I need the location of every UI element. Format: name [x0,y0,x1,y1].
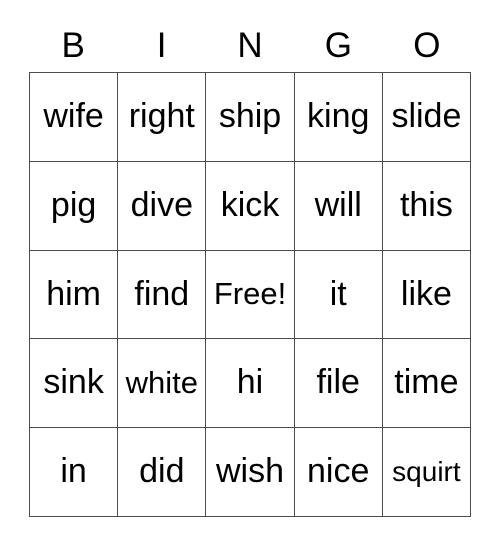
bingo-header-letter-n: N [237,25,263,65]
bingo-cell-label: find [134,274,190,313]
bingo-cell[interactable]: slide [382,73,472,162]
bingo-cell-label: dive [130,185,193,224]
bingo-cell[interactable]: find [118,250,207,340]
bingo-row: sink white hi file time [30,339,472,429]
bingo-cell[interactable]: nice [294,428,383,517]
bingo-cell[interactable]: will [294,161,383,251]
bingo-cell-label: wife [43,97,104,136]
bingo-header-letter-i: I [156,25,167,65]
bingo-cell[interactable]: did [118,428,207,517]
bingo-cell-label: it [329,274,347,313]
bingo-cell-label: nice [307,452,370,491]
bingo-row: in did wish nice squirt [30,428,472,517]
bingo-cell-label: pig [50,185,97,224]
bingo-row: pig dive kick will this [30,161,472,251]
bingo-cell[interactable]: in [30,428,119,517]
bingo-cell[interactable]: it [294,250,383,340]
bingo-cell[interactable]: pig [30,161,119,251]
bingo-header-letter-g: G [324,25,353,65]
bingo-cell[interactable]: sink [30,339,119,429]
bingo-cell[interactable]: right [118,73,207,162]
bingo-cell[interactable]: wife [30,73,119,162]
bingo-cell[interactable]: wish [206,428,295,517]
bingo-header-letter-b: B [61,25,85,65]
bingo-cell-label: will [314,185,362,224]
bingo-cell-label: squirt [392,456,461,488]
bingo-cell[interactable]: time [382,339,472,429]
bingo-cell-label: did [139,452,185,491]
bingo-cell-label: in [60,452,87,491]
bingo-cell-label: hi [236,363,264,402]
bingo-cell-label: him [46,274,101,313]
bingo-cell[interactable]: squirt [382,428,472,517]
bingo-cell[interactable]: him [30,250,119,340]
bingo-cell-label: slide [391,97,462,136]
bingo-cell-label: white [125,365,198,401]
bingo-card: B I N G O wife right ship king slide pig… [29,18,472,517]
bingo-row: him find Free! it like [30,250,472,340]
bingo-cell-label: time [394,363,459,402]
bingo-cell[interactable]: king [294,73,383,162]
bingo-cell-label: king [307,97,370,136]
bingo-header-letter-o: O [413,25,441,65]
bingo-cell[interactable]: this [382,161,472,251]
bingo-cell[interactable]: hi [206,339,295,429]
bingo-cell[interactable]: file [294,339,383,429]
bingo-cell[interactable]: white [118,339,207,429]
bingo-cell[interactable]: ship [206,73,295,162]
bingo-cell-label: file [316,363,360,402]
bingo-cell[interactable]: kick [206,161,295,251]
bingo-cell-label: like [400,274,452,313]
bingo-cell[interactable]: dive [118,161,207,251]
bingo-cell-label: wish [215,452,285,491]
bingo-grid: wife right ship king slide pig dive kick… [29,72,472,517]
bingo-row: wife right ship king slide [30,73,472,162]
bingo-cell-label: sink [43,363,104,402]
bingo-cell[interactable]: like [382,250,472,340]
bingo-header-row: B I N G O [29,18,471,72]
bingo-cell-label: kick [220,185,280,224]
bingo-free-space-cell[interactable]: Free! [206,250,295,340]
bingo-cell-label: right [128,97,195,136]
bingo-cell-label: this [399,185,453,224]
bingo-free-space-label: Free! [213,276,287,312]
bingo-cell-label: ship [218,97,282,136]
